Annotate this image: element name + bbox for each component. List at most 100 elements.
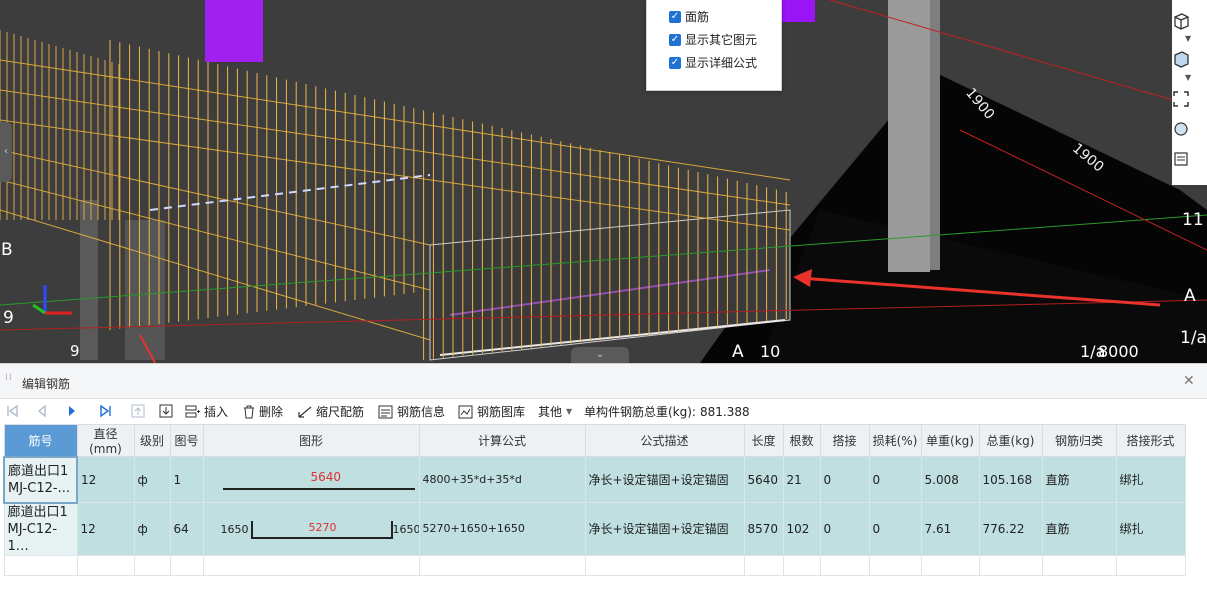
empty-cell[interactable] (1041, 554, 1117, 576)
rotate-view-icon[interactable] (1172, 120, 1190, 138)
scale-rebar-button[interactable]: 缩尺配筋 (297, 403, 364, 420)
column-header[interactable]: 图形 (202, 424, 420, 457)
empty-cell[interactable] (418, 554, 586, 576)
checkbox-checked-icon[interactable]: ✓ (669, 10, 681, 23)
total-weight-label: 单构件钢筋总重(kg): (584, 405, 696, 419)
description-cell[interactable]: 净长+设定锚固+设定锚固 (584, 456, 745, 503)
rebar-library-button[interactable]: 钢筋图库 (458, 403, 525, 420)
solid-view-icon[interactable] (1172, 50, 1190, 68)
chevron-down-icon[interactable]: ▼ (1185, 73, 1191, 82)
delete-button[interactable]: 删除 (242, 403, 283, 420)
column-header[interactable]: 长度 (743, 424, 784, 457)
column-header[interactable]: 搭接形式 (1115, 424, 1186, 457)
formula-cell[interactable]: 4800+35*d+35*d (418, 456, 586, 503)
column-header[interactable]: 公式描述 (584, 424, 745, 457)
empty-cell[interactable] (202, 554, 420, 576)
move-down-icon[interactable] (158, 403, 174, 419)
column-header[interactable]: 图号 (169, 424, 204, 457)
loss-cell[interactable]: 0 (868, 456, 922, 503)
count-cell[interactable]: 102 (782, 502, 821, 556)
empty-cell[interactable] (169, 554, 204, 576)
first-record-icon[interactable] (4, 403, 20, 419)
table-header-row: 筋号 直径(mm) 级别 图号 图形 计算公式 公式描述 长度 根数 搭接 损耗… (3, 424, 1186, 457)
loss-cell[interactable]: 0 (868, 502, 922, 556)
shape-cell[interactable]: 5640 (202, 456, 420, 503)
grade-cell[interactable]: ф (133, 456, 171, 503)
column-header[interactable]: 搭接 (819, 424, 870, 457)
formula-cell[interactable]: 5270+1650+1650 (418, 502, 586, 556)
column-header[interactable]: 计算公式 (418, 424, 586, 457)
empty-cell[interactable] (76, 554, 135, 576)
lap-cell[interactable]: 0 (819, 502, 870, 556)
category-cell[interactable]: 直筋 (1041, 456, 1117, 503)
empty-cell[interactable] (868, 554, 922, 576)
empty-cell[interactable] (782, 554, 821, 576)
delete-label: 删除 (259, 405, 284, 419)
unit-weight-cell[interactable]: 5.008 (920, 456, 980, 503)
column-header[interactable]: 损耗(%) (868, 424, 922, 457)
column-header[interactable]: 单重(kg) (920, 424, 980, 457)
checkbox-checked-icon[interactable]: ✓ (669, 33, 681, 46)
column-header[interactable]: 根数 (782, 424, 821, 457)
checkbox-face-rebar[interactable]: ✓ 面筋 (669, 8, 709, 25)
lap-type-cell[interactable]: 绑扎 (1115, 502, 1186, 556)
count-cell[interactable]: 21 (782, 456, 821, 503)
move-up-icon[interactable] (130, 403, 146, 419)
checkbox-checked-icon[interactable]: ✓ (669, 56, 681, 69)
total-weight-cell[interactable]: 105.168 (978, 456, 1043, 503)
close-icon[interactable]: ✕ (1183, 373, 1195, 389)
column-header[interactable]: 直径(mm) (76, 424, 135, 457)
chevron-down-icon[interactable]: ▼ (1185, 34, 1191, 43)
empty-cell[interactable] (743, 554, 784, 576)
figure-no-cell[interactable]: 1 (169, 456, 204, 503)
insert-button[interactable]: 插入 (185, 403, 228, 420)
collapse-bottom-handle[interactable]: ⌄ (571, 347, 629, 363)
checkbox-show-detail-formula[interactable]: ✓ 显示详细公式 (669, 54, 757, 71)
empty-cell[interactable] (1115, 554, 1186, 576)
column-header[interactable]: 级别 (133, 424, 171, 457)
fit-view-icon[interactable] (1172, 90, 1190, 108)
shape-cell[interactable]: 1650 5270 1650 (202, 502, 420, 556)
table-row[interactable]: 廊道出口1 MJ-C12-... 12 ф 1 5640 4800+35*d+3… (3, 455, 1186, 504)
category-cell[interactable]: 直筋 (1041, 502, 1117, 556)
length-cell[interactable]: 8570 (743, 502, 784, 556)
last-record-icon[interactable] (98, 403, 114, 419)
lap-type-cell[interactable]: 绑扎 (1115, 456, 1186, 503)
next-record-icon[interactable] (64, 403, 80, 419)
unit-weight-cell[interactable]: 7.61 (920, 502, 980, 556)
empty-cell[interactable] (584, 554, 745, 576)
chevron-down-icon: ▼ (566, 407, 573, 416)
length-cell[interactable]: 5640 (743, 456, 784, 503)
drag-grip-icon[interactable]: ⁞⁞ (5, 374, 12, 387)
total-weight-cell[interactable]: 776.22 (978, 502, 1043, 556)
empty-cell[interactable] (920, 554, 980, 576)
lap-cell[interactable]: 0 (819, 456, 870, 503)
empty-cell[interactable] (819, 554, 870, 576)
figure-no-cell[interactable]: 64 (169, 502, 204, 556)
empty-cell[interactable] (978, 554, 1043, 576)
empty-cell[interactable] (3, 554, 78, 576)
3d-viewport[interactable]: B 9 9 A 10 A 1/a 1/a 8000 11 1900 1900 ‹… (0, 0, 1207, 363)
diameter-cell[interactable]: 12 (76, 456, 135, 503)
view-cube-icon[interactable] (1172, 12, 1190, 30)
other-dropdown[interactable]: 其他 ▼ (538, 403, 572, 420)
grade-cell[interactable]: ф (133, 502, 171, 556)
table-row-empty[interactable] (3, 554, 1186, 576)
display-options-popup: ✓ 面筋 ✓ 显示其它图元 ✓ 显示详细公式 (646, 0, 782, 91)
table-row[interactable]: 廊道出口1 MJ-C12-1… 12 ф 64 1650 5270 1650 5… (3, 502, 1186, 556)
empty-cell[interactable] (133, 554, 171, 576)
diameter-cell[interactable]: 12 (76, 502, 135, 556)
dim-label-8000: 8000 (1098, 342, 1139, 361)
layer-list-icon[interactable] (1172, 150, 1190, 168)
description-cell[interactable]: 净长+设定锚固+设定锚固 (584, 502, 745, 556)
collapse-left-handle[interactable]: ‹ (0, 122, 12, 182)
rebar-info-button[interactable]: 钢筋信息 (378, 403, 445, 420)
column-header[interactable]: 钢筋归类 (1041, 424, 1117, 457)
column-header[interactable]: 总重(kg) (978, 424, 1043, 457)
checkbox-show-other-elements[interactable]: ✓ 显示其它图元 (669, 31, 757, 48)
rebar-name-cell[interactable]: 廊道出口1 MJ-C12-... (3, 455, 78, 504)
column-header[interactable]: 筋号 (3, 424, 78, 457)
scale-icon (298, 406, 312, 418)
rebar-name-cell[interactable]: 廊道出口1 MJ-C12-1… (3, 502, 78, 556)
previous-record-icon[interactable] (34, 403, 50, 419)
